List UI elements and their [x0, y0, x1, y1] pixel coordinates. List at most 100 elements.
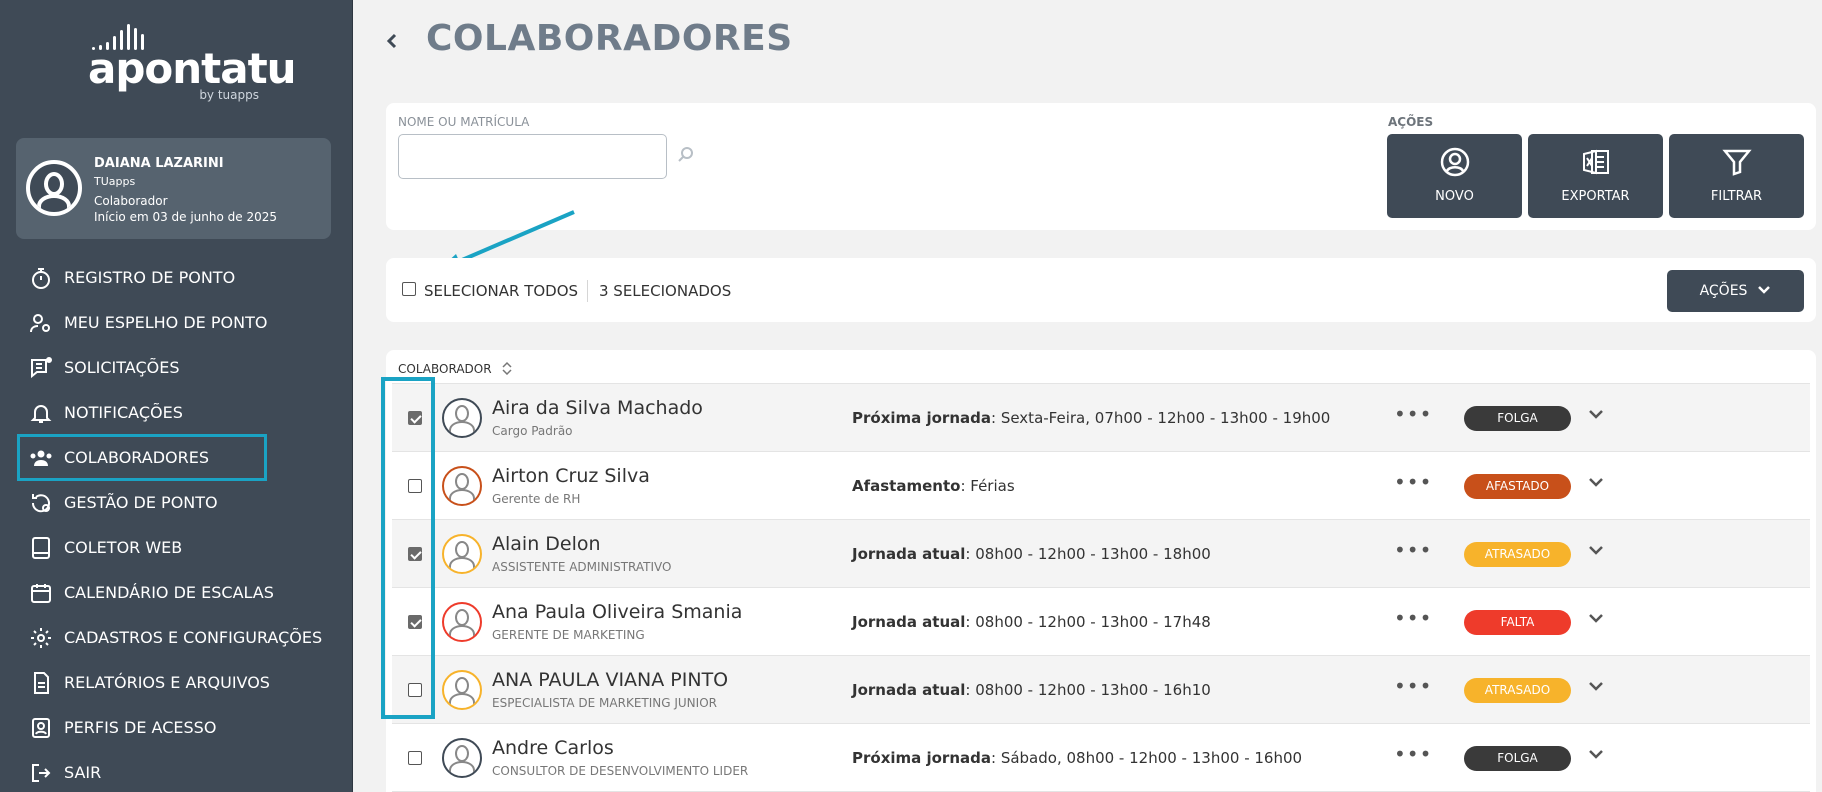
- collaborator-name[interactable]: Aira da Silva Machado: [492, 397, 703, 419]
- sidebar-item-registro-de-ponto[interactable]: REGISTRO DE PONTO: [0, 255, 353, 300]
- document-icon: [28, 670, 54, 696]
- stopwatch-icon: [28, 265, 54, 291]
- collaborators-table: COLABORADOR Aira da Silva Machado Cargo P…: [386, 350, 1816, 792]
- sidebar-item-label: SAIR: [64, 763, 102, 782]
- select-all-checkbox[interactable]: [402, 282, 416, 296]
- table-row[interactable]: Alain Delon ASSISTENTE ADMINISTRATIVO Jorn…: [392, 520, 1810, 588]
- sidebar-item-cadastros-e-configuracoes[interactable]: CADASTROS E CONFIGURAÇÕES: [0, 615, 353, 660]
- sidebar-item-label: GESTÃO DE PONTO: [64, 493, 218, 512]
- sort-icon[interactable]: [501, 360, 513, 376]
- excel-icon: [1580, 146, 1612, 178]
- table-row[interactable]: Andre Carlos CONSULTOR DE DESENVOLVIMENTO…: [392, 724, 1810, 792]
- sidebar-item-label: PERFIS DE ACESSO: [64, 718, 217, 737]
- back-chevron-icon[interactable]: [382, 26, 402, 56]
- profile-start-date: Início em 03 de junho de 2025: [94, 210, 278, 224]
- sidebar-item-coletor-web[interactable]: COLETOR WEB: [0, 525, 353, 570]
- more-options-icon[interactable]: •••: [1394, 402, 1432, 426]
- collaborator-role: Cargo Padrão: [492, 424, 573, 438]
- schedule-info-value: : 08h00 - 12h00 - 13h00 - 17h48: [965, 613, 1211, 631]
- sidebar-item-colaboradores[interactable]: COLABORADORES: [17, 434, 267, 481]
- message-notification-icon: [28, 355, 54, 381]
- search-card: NOME OU MATRÍCULA AÇÕES NOVO EXPORTAR FI…: [386, 103, 1816, 230]
- collaborator-name[interactable]: Airton Cruz Silva: [492, 465, 650, 487]
- search-icon[interactable]: [676, 145, 696, 165]
- collaborator-role: ASSISTENTE ADMINISTRATIVO: [492, 560, 672, 574]
- more-options-icon[interactable]: •••: [1394, 674, 1432, 698]
- sidebar-item-calendario-de-escalas[interactable]: CALENDÁRIO DE ESCALAS: [0, 570, 353, 615]
- filter-button-label: FILTRAR: [1710, 189, 1763, 204]
- apontatu-logo[interactable]: apontatu by tuapps: [88, 22, 297, 102]
- divider: [587, 280, 588, 302]
- avatar: [442, 534, 482, 574]
- schedule-info: Afastamento: Férias: [852, 477, 1015, 495]
- row-checkbox[interactable]: [408, 751, 422, 765]
- schedule-info-value: : Férias: [960, 477, 1015, 495]
- expand-chevron-icon[interactable]: [1584, 674, 1608, 698]
- more-options-icon[interactable]: •••: [1394, 606, 1432, 630]
- sidebar-item-meu-espelho-de-ponto[interactable]: MEU ESPELHO DE PONTO: [0, 300, 353, 345]
- sidebar-item-perfis-de-acesso[interactable]: PERFIS DE ACESSO: [0, 705, 353, 750]
- profile-role: Colaborador: [94, 194, 168, 208]
- more-options-icon[interactable]: •••: [1394, 470, 1432, 494]
- schedule-info-label: Jornada atual: [852, 613, 966, 631]
- table-row[interactable]: Aira da Silva Machado Cargo Padrão Próxima…: [392, 384, 1810, 452]
- collaborator-name[interactable]: Alain Delon: [492, 533, 601, 555]
- users-icon: [28, 445, 54, 471]
- actions-dropdown[interactable]: AÇÕES: [1667, 270, 1804, 312]
- more-options-icon[interactable]: •••: [1394, 742, 1432, 766]
- gear-icon: [28, 625, 54, 651]
- table-row[interactable]: ANA PAULA VIANA PINTO ESPECIALISTA DE MAR…: [392, 656, 1810, 724]
- row-checkbox[interactable]: [408, 615, 422, 629]
- export-button-label: EXPORTAR: [1561, 189, 1630, 204]
- row-checkbox[interactable]: [408, 411, 422, 425]
- logout-icon: [28, 760, 54, 786]
- collaborator-name[interactable]: Ana Paula Oliveira Smania: [492, 601, 742, 623]
- logo-wordmark: apontatu: [88, 44, 297, 93]
- expand-chevron-icon[interactable]: [1584, 606, 1608, 630]
- sidebar-item-label: RELATÓRIOS E ARQUIVOS: [64, 673, 270, 692]
- user-profile-card[interactable]: DAIANA LAZARINI TUapps Colaborador Iníci…: [16, 138, 331, 239]
- sidebar: apontatu by tuapps DAIANA LAZARINI TUapp…: [0, 0, 353, 792]
- profile-name: DAIANA LAZARINI: [94, 156, 224, 171]
- schedule-info-label: Próxima jornada: [852, 409, 991, 427]
- schedule-info-label: Jornada atual: [852, 681, 966, 699]
- status-badge: FALTA: [1464, 610, 1571, 635]
- schedule-info-label: Próxima jornada: [852, 749, 991, 767]
- table-row[interactable]: Ana Paula Oliveira Smania GERENTE DE MARK…: [392, 588, 1810, 656]
- more-options-icon[interactable]: •••: [1394, 538, 1432, 562]
- sidebar-item-notificacoes[interactable]: NOTIFICAÇÕES: [0, 390, 353, 435]
- new-button[interactable]: NOVO: [1387, 134, 1522, 218]
- expand-chevron-icon[interactable]: [1584, 402, 1608, 426]
- table-row[interactable]: Airton Cruz Silva Gerente de RH Afastament…: [392, 452, 1810, 520]
- history-settings-icon: [28, 490, 54, 516]
- row-checkbox[interactable]: [408, 683, 422, 697]
- schedule-info-label: Afastamento: [852, 477, 961, 495]
- collaborator-name[interactable]: ANA PAULA VIANA PINTO: [492, 669, 728, 691]
- sidebar-item-solicitacoes[interactable]: SOLICITAÇÕES: [0, 345, 353, 390]
- schedule-info: Jornada atual: 08h00 - 12h00 - 13h00 - 1…: [852, 545, 1211, 563]
- schedule-info: Jornada atual: 08h00 - 12h00 - 13h00 - 1…: [852, 613, 1211, 631]
- row-checkbox[interactable]: [408, 479, 422, 493]
- expand-chevron-icon[interactable]: [1584, 742, 1608, 766]
- sidebar-nav: REGISTRO DE PONTO MEU ESPELHO DE PONTO S…: [0, 255, 353, 792]
- collaborator-name[interactable]: Andre Carlos: [492, 737, 614, 759]
- search-label: NOME OU MATRÍCULA: [398, 115, 530, 129]
- sidebar-item-relatorios-e-arquivos[interactable]: RELATÓRIOS E ARQUIVOS: [0, 660, 353, 705]
- column-header-collaborator[interactable]: COLABORADOR: [398, 362, 492, 376]
- chevron-down-icon: [1757, 283, 1771, 299]
- expand-chevron-icon[interactable]: [1584, 470, 1608, 494]
- row-checkbox[interactable]: [408, 547, 422, 561]
- sidebar-item-label: COLETOR WEB: [64, 538, 183, 557]
- expand-chevron-icon[interactable]: [1584, 538, 1608, 562]
- filter-button[interactable]: FILTRAR: [1669, 134, 1804, 218]
- search-input[interactable]: [398, 134, 667, 179]
- collaborator-role: ESPECIALISTA DE MARKETING JUNIOR: [492, 696, 717, 710]
- schedule-info-value: : Sábado, 08h00 - 12h00 - 13h00 - 16h00: [991, 749, 1303, 767]
- avatar: [442, 602, 482, 642]
- user-settings-icon: [28, 310, 54, 336]
- sidebar-item-sair[interactable]: SAIR: [0, 750, 353, 792]
- export-button[interactable]: EXPORTAR: [1528, 134, 1663, 218]
- sidebar-item-label: NOTIFICAÇÕES: [64, 403, 183, 422]
- select-all-label[interactable]: SELECIONAR TODOS: [424, 282, 578, 300]
- sidebar-item-gestao-de-ponto[interactable]: GESTÃO DE PONTO: [0, 480, 353, 525]
